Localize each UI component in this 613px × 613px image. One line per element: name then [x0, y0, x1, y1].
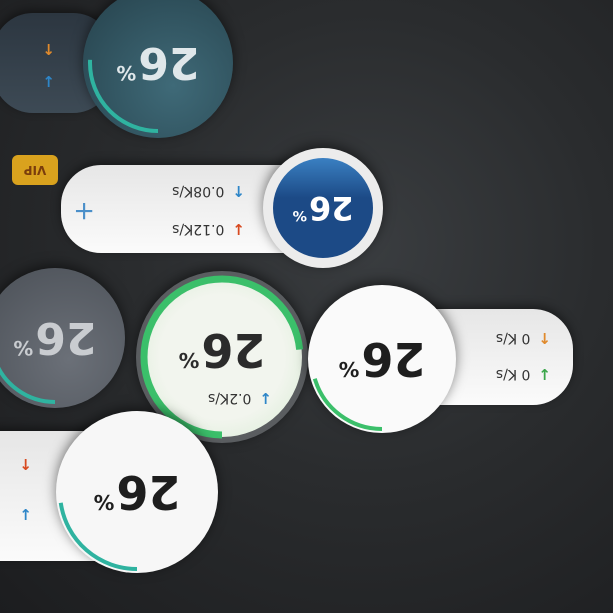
percent-unit: % — [292, 207, 307, 224]
vip-crown-icon: VIP — [12, 155, 58, 185]
upload-speed: ↑ 0.08K/s — [172, 182, 245, 200]
arrow-down-icon: ↓ — [42, 72, 55, 90]
arrow-up-icon: ↑ — [232, 182, 245, 200]
download-value: 0 K/s — [495, 366, 531, 382]
widget-white-pill[interactable]: 26% ↓ 0 K/s ↑ 0 K/s — [308, 283, 573, 433]
download-speed: ↓ 0.12K/s — [172, 220, 245, 238]
arrow-down-icon: ↓ — [19, 505, 32, 523]
upload-speed: ↑ 0 K/s — [496, 329, 551, 347]
upload-value: 0 K/s — [495, 330, 531, 346]
percent-ring: 26% — [0, 268, 125, 408]
desktop-canvas: 26% ↓ ↑ VIP 26% ↓ 0.12K/s ↑ 0.08K/s + 26… — [0, 0, 613, 613]
widget-white-teal[interactable]: 26% ↓ ↑ — [0, 408, 218, 573]
percent-ring: 26% — [308, 285, 456, 433]
upload-value: 0.08K/s — [172, 183, 225, 199]
widget-gray-ring[interactable]: 26% — [0, 268, 125, 408]
percent-ring: 26% — [263, 148, 383, 268]
vip-label: VIP — [23, 163, 47, 177]
percent-ring: 26% — [83, 0, 233, 138]
arrow-up-icon: ↑ — [19, 455, 32, 473]
arrow-down-icon: ↓ — [538, 365, 551, 383]
widget-blue-pill[interactable]: 26% ↓ 0.12K/s ↑ 0.08K/s + — [53, 148, 383, 268]
arrow-up-icon: ↑ — [538, 329, 551, 347]
download-value: 0.12K/s — [172, 221, 225, 237]
percent-value: 26 — [308, 189, 354, 227]
percent-value: 26 — [201, 323, 266, 377]
arrow-down-icon: ↓ — [259, 389, 272, 407]
percent-ring: 26% — [56, 411, 218, 573]
arrow-up-icon: ↑ — [42, 40, 55, 58]
download-speed: ↓ 0 K/s — [496, 365, 551, 383]
download-speed: ↓ 0.2K/s — [208, 389, 272, 407]
percent-unit: % — [178, 347, 200, 372]
download-value: 0.2K/s — [207, 390, 252, 406]
arrow-down-icon: ↓ — [232, 220, 245, 238]
vip-badge[interactable]: VIP — [6, 145, 58, 185]
widget-teal-dark[interactable]: 26% ↓ ↑ — [0, 0, 233, 138]
plus-icon[interactable]: + — [73, 196, 95, 226]
